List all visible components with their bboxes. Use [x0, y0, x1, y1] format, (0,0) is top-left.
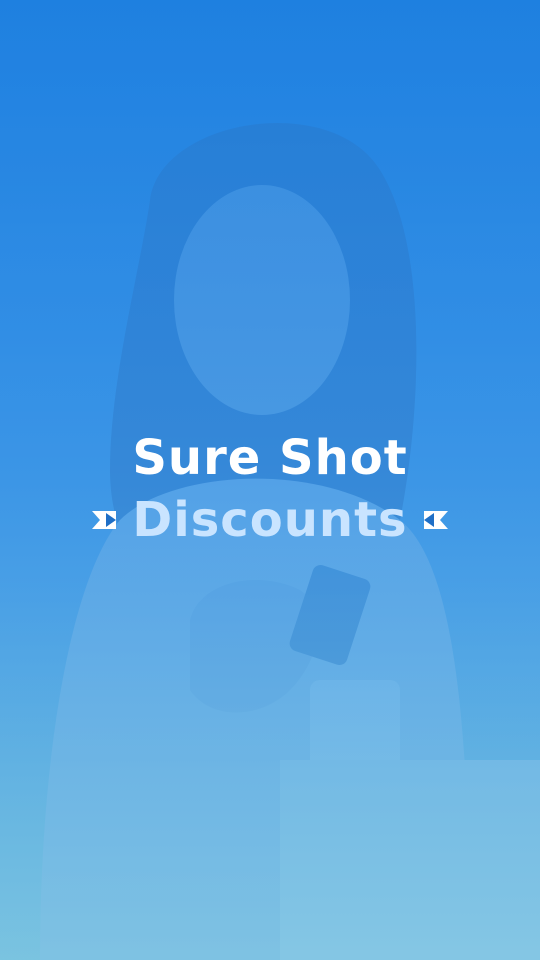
app-logo: Sure Shot Discounts	[0, 428, 540, 550]
logo-title-line2-row: Discounts	[0, 490, 540, 550]
logo-title-line1: Sure Shot	[132, 430, 408, 486]
ribbon-right-icon	[422, 507, 448, 533]
splash-screen: Sure Shot Discounts	[0, 0, 540, 960]
ribbon-left-icon	[92, 507, 118, 533]
logo-title-line2: Discounts	[132, 492, 408, 548]
